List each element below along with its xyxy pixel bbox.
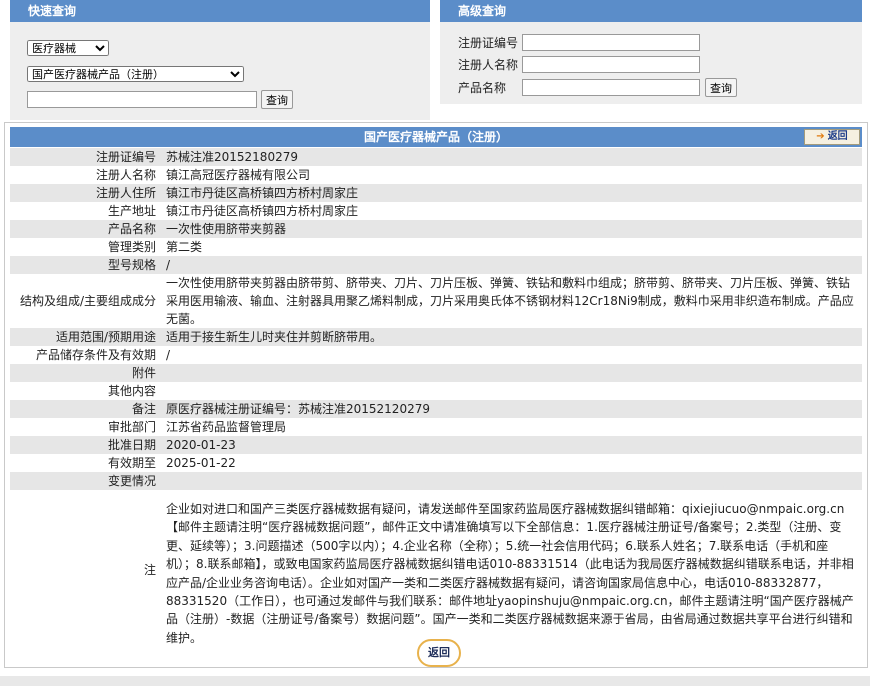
field-label: 批准日期 [10, 436, 162, 454]
field-value: 2025-01-22 [162, 454, 862, 472]
field-label: 审批部门 [10, 418, 162, 436]
product-type-select[interactable]: 国产医疗器械产品（注册） [27, 66, 244, 82]
field-value: 苏械注准20152180279 [162, 148, 862, 166]
back-button-top[interactable]: ➔ 返回 [804, 129, 860, 145]
field-label: 附件 [10, 364, 162, 382]
back-button-bottom[interactable]: 返回 [417, 639, 461, 667]
reg-no-label: 注册证编号 [458, 36, 519, 50]
table-row: 批准日期 2020-01-23 [10, 436, 862, 454]
quick-query-button[interactable]: 查询 [261, 90, 293, 109]
field-label: 产品名称 [10, 220, 162, 238]
notice-label: 注 [10, 490, 162, 650]
field-value: / [162, 346, 862, 364]
table-row-notice: 注 企业如对进口和国产三类医疗器械数据有疑问，请发送邮件至国家药监局医疗器械数据… [10, 490, 862, 650]
category-select[interactable]: 医疗器械 [27, 40, 109, 56]
field-value: 镇江市丹徒区高桥镇四方桥村周家庄 [162, 202, 862, 220]
table-row: 产品储存条件及有效期 / [10, 346, 862, 364]
product-name-input[interactable] [522, 79, 700, 96]
field-label: 注册人名称 [10, 166, 162, 184]
product-name-row: 产品名称 查询 [458, 78, 737, 97]
field-value: 镇江市丹徒区高桥镇四方桥村周家庄 [162, 184, 862, 202]
field-value [162, 364, 862, 382]
table-row: 备注 原医疗器械注册证编号：苏械注准20152120279 [10, 400, 862, 418]
table-row: 型号规格 / [10, 256, 862, 274]
field-value: 一次性使用脐带夹剪器 [162, 220, 862, 238]
quick-search-input[interactable] [27, 91, 257, 108]
registrant-row: 注册人名称 [458, 56, 700, 73]
field-label: 有效期至 [10, 454, 162, 472]
advanced-search-panel: 高级查询 注册证编号 注册人名称 产品名称 查询 [440, 0, 862, 104]
result-panel: 国产医疗器械产品（注册） ➔ 返回 注册证编号 苏械注准20152180279 注册… [4, 122, 868, 668]
result-title: 国产医疗器械产品（注册） [363, 130, 508, 144]
table-row: 生产地址 镇江市丹徒区高桥镇四方桥村周家庄 [10, 202, 862, 220]
advanced-search-title: 高级查询 [440, 0, 862, 22]
field-label: 生产地址 [10, 202, 162, 220]
table-row: 其他内容 [10, 382, 862, 400]
registrant-label: 注册人名称 [458, 58, 519, 72]
field-label: 结构及组成/主要组成成分 [10, 274, 162, 328]
back-top-label: 返回 [827, 131, 848, 142]
table-row: 注册人住所 镇江市丹徒区高桥镇四方桥村周家庄 [10, 184, 862, 202]
table-row: 结构及组成/主要组成成分 一次性使用脐带夹剪器由脐带剪、脐带夹、刀片、刀片压板、弹… [10, 274, 862, 328]
table-row: 管理类别 第二类 [10, 238, 862, 256]
field-value: 2020-01-23 [162, 436, 862, 454]
quick-search-title: 快速查询 [10, 0, 430, 22]
notice-text: 企业如对进口和国产三类医疗器械数据有疑问，请发送邮件至国家药监局医疗器械数据纠错… [162, 490, 862, 650]
field-value: / [162, 256, 862, 274]
footer-bar [0, 676, 870, 686]
field-value: 一次性使用脐带夹剪器由脐带剪、脐带夹、刀片、刀片压板、弹簧、铁钻和敷料巾组成；脐… [162, 274, 862, 328]
arrow-right-icon: ➔ [816, 131, 825, 142]
field-label: 适用范围/预期用途 [10, 328, 162, 346]
advanced-query-button[interactable]: 查询 [705, 78, 737, 97]
field-value: 镇江高冠医疗器械有限公司 [162, 166, 862, 184]
field-value: 第二类 [162, 238, 862, 256]
table-row: 适用范围/预期用途 适用于接生新生儿时夹住并剪断脐带用。 [10, 328, 862, 346]
result-title-bar: 国产医疗器械产品（注册） ➔ 返回 [10, 127, 862, 147]
reg-no-row: 注册证编号 [458, 34, 700, 51]
field-label: 备注 [10, 400, 162, 418]
field-value: 适用于接生新生儿时夹住并剪断脐带用。 [162, 328, 862, 346]
detail-table: 注册证编号 苏械注准20152180279 注册人名称 镇江高冠医疗器械有限公司 注… [10, 148, 862, 650]
field-value [162, 472, 862, 490]
registrant-input[interactable] [522, 56, 700, 73]
field-label: 变更情况 [10, 472, 162, 490]
field-label: 注册人住所 [10, 184, 162, 202]
table-row: 变更情况 [10, 472, 862, 490]
field-label: 其他内容 [10, 382, 162, 400]
table-row: 审批部门 江苏省药品监督管理局 [10, 418, 862, 436]
field-label: 型号规格 [10, 256, 162, 274]
table-row: 附件 [10, 364, 862, 382]
field-value: 原医疗器械注册证编号：苏械注准20152120279 [162, 400, 862, 418]
product-name-label: 产品名称 [458, 81, 507, 95]
table-row: 产品名称 一次性使用脐带夹剪器 [10, 220, 862, 238]
quick-search-panel: 快速查询 医疗器械 国产医疗器械产品（注册） 查询 [10, 0, 430, 120]
field-label: 产品储存条件及有效期 [10, 346, 162, 364]
reg-no-input[interactable] [522, 34, 700, 51]
field-value: 江苏省药品监督管理局 [162, 418, 862, 436]
table-row: 有效期至 2025-01-22 [10, 454, 862, 472]
field-label: 管理类别 [10, 238, 162, 256]
field-label: 注册证编号 [10, 148, 162, 166]
table-row: 注册证编号 苏械注准20152180279 [10, 148, 862, 166]
table-row: 注册人名称 镇江高冠医疗器械有限公司 [10, 166, 862, 184]
field-value [162, 382, 862, 400]
